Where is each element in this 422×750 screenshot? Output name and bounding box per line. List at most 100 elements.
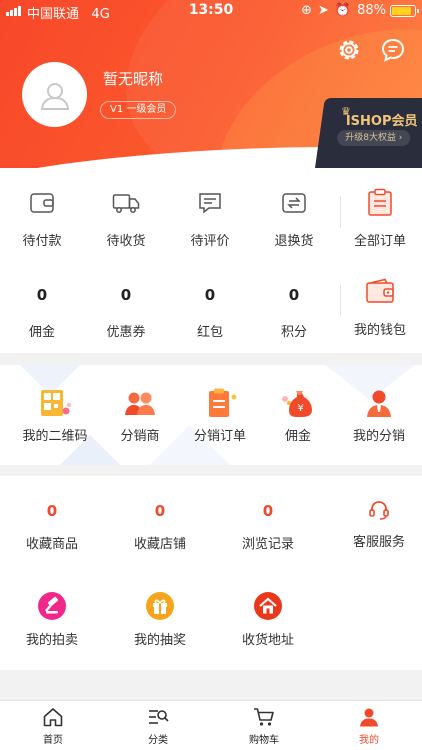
- tab-label: 购物车: [249, 735, 279, 746]
- asset-value: 0: [204, 286, 216, 304]
- distributor[interactable]: 分销商: [98, 387, 182, 444]
- alarm-icon: ⏰: [334, 3, 352, 18]
- asset-commission[interactable]: 0 佣金: [0, 286, 84, 340]
- tab-label: 首页: [43, 735, 63, 746]
- browsing-history[interactable]: 0 浏览记录: [226, 502, 310, 552]
- order-label: 待收货: [106, 234, 146, 249]
- distribution-orders[interactable]: 分销订单: [178, 387, 262, 444]
- distribution-label: 分销商: [120, 429, 160, 444]
- default-avatar-icon: [40, 82, 69, 110]
- user-icon: [360, 708, 378, 727]
- location-icon: ➤: [318, 3, 329, 18]
- home-tab-icon: [43, 708, 63, 727]
- distribution-label: 分销订单: [193, 429, 246, 444]
- gear-icon: [339, 40, 359, 60]
- gift-icon: [146, 592, 174, 620]
- distribution-label: 我的分销: [352, 429, 405, 444]
- ishop-upgrade: 升级8大权益 ›: [337, 130, 411, 146]
- favorites-card: 0 收藏商品 0 收藏店铺 0 浏览记录 客服服务 我的拍卖 我的抽奖 收货地址: [0, 476, 422, 670]
- distribution-order-icon: [209, 388, 237, 417]
- status-bar: 中国联通 4G 13:50 ⊕ ➤ ⏰ 88%: [0, 0, 422, 22]
- shipping-address[interactable]: 收货地址: [226, 592, 310, 648]
- svg-text:¥: ¥: [297, 403, 303, 414]
- favorite-value: 0: [154, 502, 166, 520]
- favorite-shops[interactable]: 0 收藏店铺: [118, 502, 202, 552]
- distribution-label: 我的二维码: [22, 429, 88, 444]
- headset-icon: [369, 501, 389, 520]
- nickname[interactable]: 暂无昵称: [103, 68, 163, 89]
- asset-red-packet[interactable]: 0 红包: [168, 286, 252, 340]
- tab-bar: 首页 分类 购物车 我的: [0, 700, 422, 750]
- asset-value: 0: [36, 286, 48, 304]
- asset-label: 优惠券: [106, 325, 146, 340]
- clipboard-icon: [368, 188, 392, 216]
- order-pending-review[interactable]: 待评价: [168, 192, 252, 249]
- distribution-label: 佣金: [284, 429, 311, 444]
- lock-rotation-icon: ⊕: [301, 3, 312, 18]
- distribution-card: 我的二维码 分销商 分销订单 ¥ 佣金 我的分销: [0, 365, 422, 465]
- tab-mine[interactable]: 我的: [329, 707, 409, 746]
- favorite-label: 收藏店铺: [133, 537, 186, 552]
- favorite-value: 0: [46, 502, 58, 520]
- asset-value: 0: [288, 286, 300, 304]
- order-pending-receipt[interactable]: 待收货: [84, 192, 168, 249]
- favorite-label: 收藏商品: [25, 537, 78, 552]
- service-label: 我的抽奖: [133, 633, 186, 648]
- my-wallet-label: 我的钱包: [353, 323, 406, 338]
- favorite-value: 0: [262, 502, 274, 520]
- truck-icon: [112, 194, 140, 213]
- comment-icon: [199, 193, 221, 214]
- my-distribution[interactable]: 我的分销: [336, 387, 422, 444]
- customer-service[interactable]: 客服服务: [336, 500, 422, 550]
- home-icon: [254, 592, 282, 620]
- favorite-products[interactable]: 0 收藏商品: [10, 502, 94, 552]
- member-level-badge[interactable]: V1 一级会员: [100, 101, 177, 119]
- my-lottery[interactable]: 我的抽奖: [118, 592, 202, 648]
- service-label: 我的拍卖: [25, 633, 78, 648]
- favorite-label: 浏览记录: [241, 537, 294, 552]
- distribution-commission[interactable]: ¥ 佣金: [256, 387, 340, 444]
- asset-label: 红包: [196, 325, 223, 340]
- tab-home[interactable]: 首页: [13, 707, 93, 746]
- message-button[interactable]: [380, 37, 406, 63]
- asset-coupon[interactable]: 0 优惠券: [84, 286, 168, 340]
- settings-button[interactable]: [336, 37, 362, 63]
- battery-icon: [390, 5, 419, 17]
- service-label: 收货地址: [241, 633, 294, 648]
- order-label: 待付款: [22, 234, 62, 249]
- customer-service-label: 客服服务: [352, 535, 405, 550]
- return-icon: [282, 193, 306, 213]
- my-wallet[interactable]: 我的钱包: [338, 278, 422, 338]
- tab-cart[interactable]: 购物车: [224, 707, 304, 746]
- my-qrcode[interactable]: 我的二维码: [12, 387, 98, 444]
- asset-value: 0: [120, 286, 132, 304]
- cart-icon: [254, 708, 274, 726]
- auction-icon: [38, 592, 66, 620]
- order-pending-payment[interactable]: 待付款: [0, 192, 84, 249]
- my-auction[interactable]: 我的拍卖: [10, 592, 94, 648]
- battery-percent: 88%: [357, 3, 386, 18]
- ishop-member-card[interactable]: ♛ ISHOP会员 升级8大权益 ›: [315, 98, 422, 168]
- category-icon: [149, 710, 169, 724]
- tab-category[interactable]: 分类: [118, 707, 198, 746]
- asset-label: 佣金: [28, 325, 55, 340]
- order-label: 待评价: [190, 234, 230, 249]
- qrcode-icon: [41, 390, 71, 416]
- tab-label: 我的: [359, 735, 379, 746]
- orders-card: 待付款 待收货 待评价 退换货 全部订单 0 佣金 0 优惠券 0 红包 0 积…: [0, 168, 422, 353]
- all-orders[interactable]: 全部订单: [338, 188, 422, 249]
- ishop-title: ISHOP会员: [345, 114, 418, 129]
- money-bag-icon: ¥: [282, 391, 312, 417]
- wallet-icon: [30, 193, 54, 213]
- order-return[interactable]: 退换货: [252, 192, 336, 249]
- wallet-card-icon: [366, 278, 394, 303]
- message-icon: [381, 38, 405, 62]
- my-distribution-icon: [367, 390, 391, 417]
- asset-label: 积分: [280, 325, 307, 340]
- avatar[interactable]: [22, 62, 87, 127]
- all-orders-label: 全部订单: [353, 234, 406, 249]
- distributor-icon: [125, 392, 155, 415]
- order-label: 退换货: [274, 234, 314, 249]
- tab-label: 分类: [148, 735, 168, 746]
- asset-points[interactable]: 0 积分: [252, 286, 336, 340]
